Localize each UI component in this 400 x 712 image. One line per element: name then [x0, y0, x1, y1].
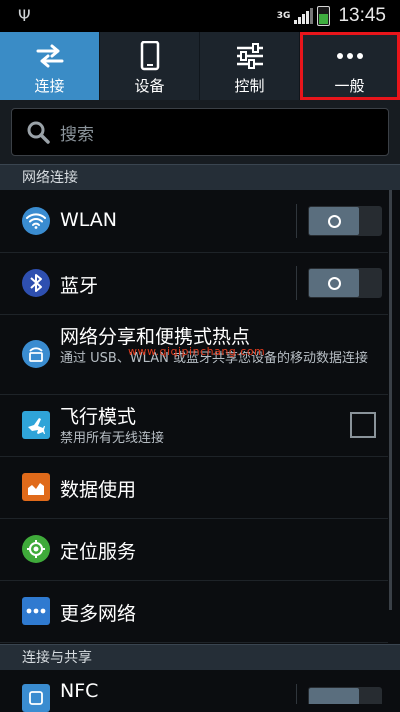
airplane-icon: [22, 411, 50, 439]
list-item-wlan[interactable]: WLAN: [0, 190, 388, 253]
list-item-data-usage[interactable]: 数据使用: [0, 456, 388, 519]
search-placeholder: 搜索: [60, 124, 94, 145]
sliders-icon: [235, 41, 265, 71]
list-item-nfc[interactable]: NFC: [0, 670, 388, 712]
search-input[interactable]: 搜索: [11, 108, 389, 156]
nfc-toggle[interactable]: [308, 687, 382, 704]
search-bar-container: 搜索: [0, 100, 400, 164]
list-item-more-networks[interactable]: 更多网络: [0, 580, 388, 643]
item-title: 蓝牙: [60, 275, 99, 297]
item-title: 数据使用: [60, 479, 137, 501]
divider: [296, 204, 297, 238]
usb-icon: Ψ: [18, 6, 31, 25]
phone-icon: [140, 41, 160, 71]
swap-arrows-icon: [35, 41, 65, 71]
more-dots-icon: [335, 41, 365, 71]
item-title: 飞行模式: [60, 406, 137, 428]
divider: [296, 266, 297, 300]
bluetooth-toggle[interactable]: [308, 268, 382, 298]
item-title: WLAN: [60, 209, 118, 231]
battery-icon: [317, 6, 331, 26]
status-icons: 3G 13:45: [277, 5, 386, 27]
data-usage-icon: [22, 473, 50, 501]
tab-label: 连接: [34, 77, 65, 95]
tab-device[interactable]: 设备: [100, 32, 200, 100]
tab-controls[interactable]: 控制: [200, 32, 300, 100]
item-title: NFC: [60, 680, 99, 702]
tab-label: 设备: [134, 77, 165, 95]
scrollbar[interactable]: [389, 190, 392, 610]
wlan-toggle[interactable]: [308, 206, 382, 236]
location-icon: [22, 535, 50, 563]
search-icon: [27, 121, 50, 144]
divider: [296, 684, 297, 704]
list-item-airplane-mode[interactable]: 飞行模式 禁用所有无线连接: [0, 394, 388, 457]
network-type: 3G: [276, 10, 291, 21]
wifi-icon: [22, 207, 50, 235]
list-item-location[interactable]: 定位服务: [0, 518, 388, 581]
settings-tab-bar: 连接 设备 控制 一般: [0, 32, 400, 100]
airplane-mode-checkbox[interactable]: [350, 412, 376, 438]
bluetooth-icon: [22, 269, 50, 297]
list-item-bluetooth[interactable]: 蓝牙: [0, 252, 388, 315]
watermark: www.qiqipinchang.com: [128, 345, 266, 358]
tab-connections[interactable]: 连接: [0, 32, 100, 100]
signal-icon: [294, 8, 314, 24]
section-header-network: 网络连接: [0, 164, 400, 190]
hotspot-icon: [22, 340, 50, 368]
status-bar: Ψ 3G 13:45: [0, 0, 400, 32]
item-title: 更多网络: [60, 603, 137, 625]
status-time: 13:45: [338, 5, 386, 26]
nfc-icon: [22, 684, 50, 712]
item-subtitle: 禁用所有无线连接: [60, 431, 165, 446]
tab-label: 一般: [334, 77, 365, 95]
item-title: 定位服务: [60, 541, 137, 563]
more-networks-icon: [22, 597, 50, 625]
section-header-connect-share: 连接与共享: [0, 644, 400, 670]
tab-general[interactable]: 一般: [300, 32, 400, 100]
tab-label: 控制: [234, 77, 265, 95]
